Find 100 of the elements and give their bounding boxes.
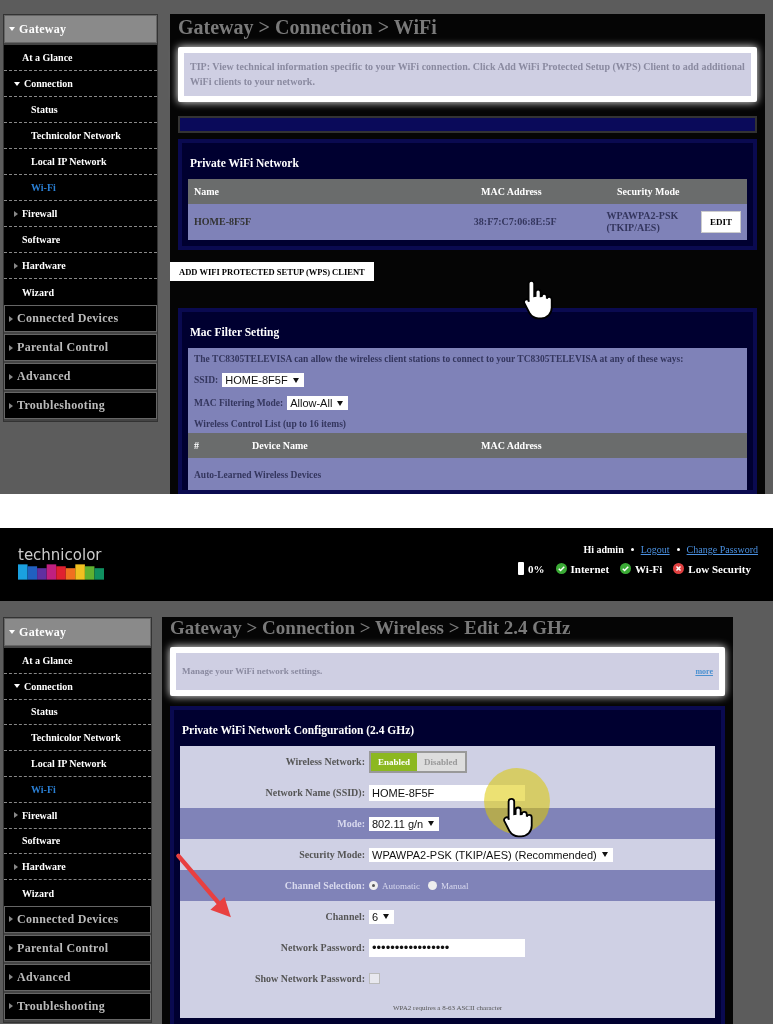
field-label: SSID:	[194, 375, 219, 385]
description-text: The TC8305TELEVISA can allow the wireless client stations to connect to your TC8305TELEVISA at any of these ways:	[194, 354, 685, 364]
table-cell-text: 38:F7:C7:06:8E:5F	[473, 216, 558, 228]
sidebar-item[interactable]: Local IP Network	[4, 751, 151, 777]
edit-button[interactable]: EDIT	[701, 210, 741, 233]
caret-icon	[14, 812, 18, 819]
field-label: Network Password:	[279, 942, 366, 954]
checkbox[interactable]	[369, 973, 380, 985]
battery-icon	[518, 562, 525, 575]
caret-icon	[14, 684, 20, 689]
sidebar-item[interactable]: Parental Control	[4, 334, 157, 361]
error-icon	[673, 563, 685, 574]
column-header: Device Name	[252, 440, 309, 451]
sidebar-item[interactable]: Connection	[4, 71, 157, 97]
caret-icon	[9, 1003, 13, 1010]
sidebar-item[interactable]: Wizard	[4, 279, 157, 305]
caret-icon	[9, 630, 15, 634]
card-title: Mac Filter Setting	[189, 325, 281, 341]
field-label: Mode:	[336, 818, 366, 830]
sidebar-item[interactable]: Wi-Fi	[4, 175, 157, 201]
list-caption: Wireless Control List (up to 16 items)	[194, 419, 347, 429]
sidebar-item[interactable]: Technicolor Network	[4, 725, 151, 752]
caret-icon	[9, 402, 13, 409]
field-label: Show Network Password:	[254, 973, 366, 985]
sidebar-item[interactable]: Local IP Network	[4, 149, 157, 175]
caret-icon	[14, 81, 20, 86]
sidebar-item[interactable]: Advanced	[4, 963, 151, 991]
dropdown-arrow-icon	[383, 914, 390, 920]
field-label: Network Name (SSID):	[264, 787, 366, 799]
sidebar-item[interactable]: At a Glance	[4, 45, 157, 71]
caret-icon	[9, 344, 13, 351]
dropdown[interactable]: HOME-8F5F	[222, 373, 304, 387]
account-link[interactable]: Change Password	[686, 544, 758, 555]
sidebar-item[interactable]: Software	[4, 227, 157, 253]
caret-icon	[9, 315, 13, 322]
column-header: MAC Address	[481, 185, 543, 197]
separator-dot-icon	[676, 548, 680, 551]
dropdown-arrow-icon	[428, 821, 435, 827]
sidebar-item[interactable]: Connected Devices	[4, 305, 157, 332]
sidebar-item[interactable]: Wi-Fi	[4, 777, 151, 803]
sidebar-item[interactable]: Troubleshooting	[4, 392, 157, 419]
caret-icon	[9, 916, 13, 923]
field-label: Channel Selection:	[283, 880, 366, 892]
table-cell-text: HOME-8F5F	[194, 216, 253, 228]
tip-text: Manage your WiFi network settings.	[182, 665, 323, 678]
caret-icon	[9, 373, 13, 380]
sidebar-item[interactable]: Firewall	[4, 201, 157, 227]
field-label: MAC Filtering Mode:	[194, 398, 284, 408]
sidebar-item[interactable]: Troubleshooting	[4, 992, 151, 1020]
status-label: Low Security	[688, 562, 751, 575]
dropdown[interactable]: 6	[369, 909, 395, 924]
rainbow-logo-icon	[18, 564, 104, 580]
caret-icon	[9, 945, 13, 952]
sidebar-item[interactable]: Software	[4, 828, 151, 855]
brand-name: technicolor	[18, 546, 103, 564]
column-header: #	[194, 440, 200, 451]
dropdown[interactable]: WPAWPA2-PSK (TKIP/AES) (Recommended)	[369, 847, 613, 862]
separator-dot-icon	[630, 548, 634, 551]
sidebar-item[interactable]: Status	[4, 97, 157, 123]
caret-icon	[14, 863, 18, 870]
column-header: Security Mode	[617, 185, 681, 197]
sidebar-item[interactable]: Status	[4, 699, 151, 726]
field-label: Security Mode:	[298, 849, 366, 861]
table-cell-text: WPAWPA2-PSK (TKIP/AES)	[606, 209, 680, 234]
check-icon	[620, 563, 632, 574]
sidebar-item[interactable]: Parental Control	[4, 934, 151, 962]
sidebar-item[interactable]: Hardware	[4, 253, 157, 279]
field-label: Channel:	[324, 911, 366, 923]
sidebar-item[interactable]: Connected Devices	[4, 905, 151, 933]
column-header: Name	[194, 185, 220, 197]
radio-label: Manual	[441, 880, 469, 891]
section-label: Auto-Learned Wireless Devices	[194, 470, 322, 480]
password-field[interactable]: •••••••••••••••••	[369, 938, 525, 957]
input-field[interactable]: HOME-8F5F	[369, 784, 525, 801]
add-wps-client-button[interactable]: ADD WIFI PROTECTED SETUP (WPS) CLIENT	[170, 261, 374, 281]
caret-icon	[14, 210, 18, 217]
radio-label: Automatic	[382, 880, 420, 891]
card-title: Private WiFi Network	[189, 155, 300, 171]
sidebar-item[interactable]: Advanced	[4, 363, 157, 390]
column-header: MAC Address	[481, 440, 542, 451]
sidebar-item[interactable]: Wizard	[4, 880, 151, 906]
sidebar-item[interactable]: Connection	[4, 673, 151, 700]
caret-icon	[14, 262, 18, 269]
greeting-text: Hi admin	[583, 544, 624, 555]
tip-text: TIP: View technical information specific to your WiFi connection. Click Add WiFi Protected Setup (WPS) Client to add additional WiFi clients to your network.	[184, 53, 751, 96]
dropdown[interactable]: Allow-All	[287, 396, 349, 410]
hand-cursor-icon	[500, 796, 534, 838]
page-title: Gateway > Connection > WiFi	[178, 16, 438, 39]
page-title: Gateway > Connection > Wireless > Edit 2.4 GHz	[170, 617, 572, 639]
account-link[interactable]: Logout	[640, 544, 670, 555]
sidebar-item[interactable]: Technicolor Network	[4, 123, 157, 149]
check-icon	[555, 563, 567, 574]
dropdown-arrow-icon	[337, 400, 344, 406]
sidebar-item[interactable]: Firewall	[4, 802, 151, 829]
field-label: Wireless Network:	[284, 756, 366, 768]
status-label: Internet	[570, 562, 610, 575]
caret-icon	[9, 27, 15, 31]
sidebar-item[interactable]: At a Glance	[4, 648, 151, 674]
sidebar-item[interactable]: Hardware	[4, 854, 151, 881]
caret-icon	[9, 974, 13, 981]
